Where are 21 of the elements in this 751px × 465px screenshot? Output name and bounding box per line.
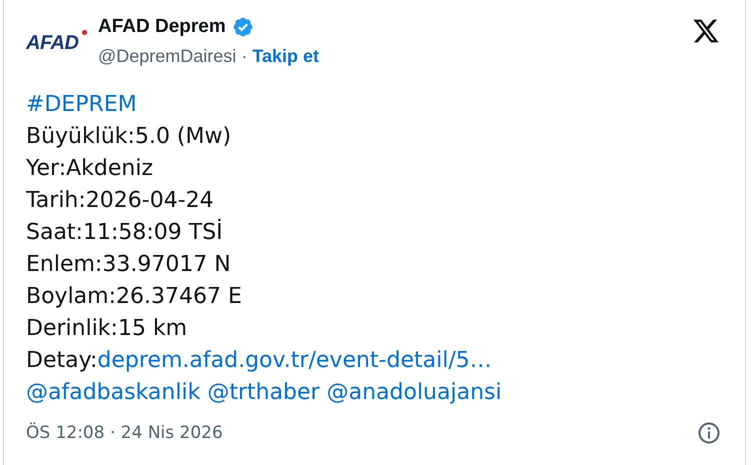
tweet-text-line: Büyüklük:5.0 (Mw)	[26, 124, 232, 149]
mention-link[interactable]: @afadbaskanlik	[26, 380, 200, 405]
x-logo-icon[interactable]	[691, 17, 721, 45]
url-link[interactable]: deprem.afad.gov.tr/event-detail/5…	[97, 348, 492, 373]
timestamp[interactable]: ÖS 12:08 · 24 Nis 2026	[26, 423, 223, 443]
tweet-text-line: Derinlik:15 km	[26, 316, 188, 341]
tweet-text-line: Detay:	[26, 348, 98, 373]
account-handle[interactable]: @DepremDairesi	[98, 46, 236, 67]
tweet-text-line: Saat:11:58:09 TSİ	[26, 220, 223, 245]
account-name[interactable]: AFAD Deprem	[98, 16, 226, 38]
tweet-text-line: Enlem:33.97017 N	[26, 252, 231, 277]
hashtag-link[interactable]: #DEPREM	[26, 92, 137, 117]
mention-link[interactable]: @anadoluajansi	[326, 380, 502, 405]
tweet-text-line: Tarih:2026-04-24	[26, 188, 214, 213]
follow-link[interactable]: Takip et	[252, 46, 319, 67]
mention-link[interactable]: @trthaber	[207, 380, 320, 405]
afad-logo: AFAD	[26, 20, 88, 66]
separator-dot: ·	[241, 46, 248, 67]
tweet-text-line: Boylam:26.37467 E	[26, 284, 242, 309]
tweet-text-line: Yer:Akdeniz	[26, 156, 154, 181]
info-icon[interactable]	[697, 421, 721, 445]
